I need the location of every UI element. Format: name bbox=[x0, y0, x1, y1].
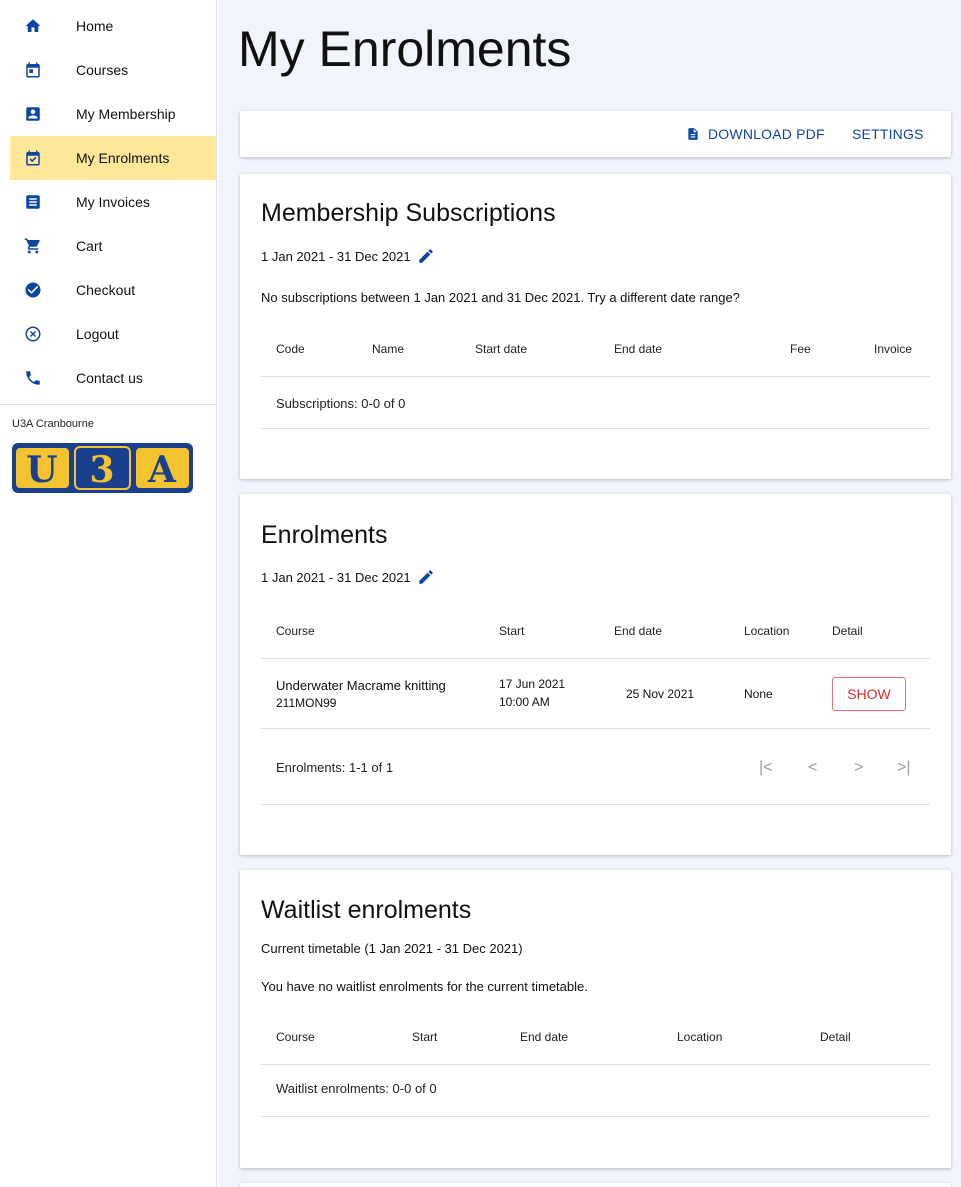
start-date: 17 Jun 2021 bbox=[499, 677, 566, 691]
check-circle-icon bbox=[24, 281, 42, 299]
waitlist-title: Waitlist enrolments bbox=[261, 896, 472, 924]
membership-footer: Subscriptions: 0-0 of 0 bbox=[276, 396, 406, 411]
date-range-text: 1 Jan 2021 - 31 Dec 2021 bbox=[261, 569, 411, 585]
column-header-start: Start bbox=[499, 624, 525, 638]
column-header-detail: Detail bbox=[832, 624, 863, 638]
account-box-icon bbox=[24, 105, 42, 123]
settings-label: SETTINGS bbox=[852, 126, 924, 142]
column-header-end-date: End date bbox=[614, 624, 663, 638]
show-button-label: SHOW bbox=[847, 686, 891, 702]
column-header-invoice: Invoice bbox=[874, 342, 913, 356]
waitlist-footer: Waitlist enrolments: 0-0 of 0 bbox=[276, 1081, 437, 1096]
svg-text:U: U bbox=[26, 449, 57, 491]
course-name: Underwater Macrame knitting bbox=[276, 678, 446, 693]
column-header-code: Code bbox=[276, 342, 305, 356]
table-divider bbox=[261, 1116, 930, 1117]
last-page-button[interactable]: >| bbox=[897, 759, 911, 777]
list-icon bbox=[24, 193, 42, 211]
download-pdf-button[interactable]: DOWNLOAD PDF bbox=[686, 126, 825, 142]
waitlist-table-header: Course Start End date Location Detail bbox=[261, 1010, 930, 1065]
column-header-detail: Detail bbox=[820, 1030, 851, 1044]
start-time: 10:00 AM bbox=[499, 695, 550, 709]
table-divider bbox=[261, 728, 930, 729]
sidebar-item-courses[interactable]: Courses bbox=[10, 48, 216, 92]
sidebar-item-my-membership[interactable]: My Membership bbox=[10, 92, 216, 136]
close-circle-icon bbox=[24, 325, 42, 343]
table-divider bbox=[261, 428, 930, 429]
course-code: 211MON99 bbox=[276, 696, 337, 710]
pencil-icon[interactable] bbox=[417, 247, 435, 265]
sidebar-item-label: Home bbox=[76, 18, 114, 34]
app-root: Home Courses My Membership My Enrolments bbox=[0, 0, 961, 1187]
waitlist-subtitle: Current timetable (1 Jan 2021 - 31 Dec 2… bbox=[261, 941, 523, 956]
enrolments-date-range[interactable]: 1 Jan 2021 - 31 Dec 2021 bbox=[261, 568, 435, 586]
sidebar-divider bbox=[0, 404, 216, 405]
waitlist-card: Waitlist enrolments Current timetable (1… bbox=[240, 870, 951, 1168]
membership-table-header: Code Name Start date End date Fee Invoic… bbox=[261, 322, 930, 377]
u3a-logo: U 3 A bbox=[12, 443, 193, 493]
end-date: 25 Nov 2021 bbox=[626, 687, 695, 701]
table-divider bbox=[261, 804, 930, 805]
column-header-location: Location bbox=[744, 624, 790, 638]
sidebar-item-checkout[interactable]: Checkout bbox=[10, 268, 216, 312]
sidebar-item-logout[interactable]: Logout bbox=[10, 312, 216, 356]
main-content: My Enrolments DOWNLOAD PDF SETTINGS Memb… bbox=[218, 0, 961, 1187]
org-name: U3A Cranbourne bbox=[12, 418, 94, 430]
sidebar-item-label: My Membership bbox=[76, 106, 176, 122]
sidebar-item-contact-us[interactable]: Contact us bbox=[10, 356, 216, 400]
column-header-end-date: End date bbox=[520, 1030, 569, 1044]
page-title: My Enrolments bbox=[238, 21, 572, 77]
enrolments-card: Enrolments 1 Jan 2021 - 31 Dec 2021 Cour… bbox=[240, 494, 951, 855]
show-detail-button[interactable]: SHOW bbox=[832, 677, 906, 711]
membership-message: No subscriptions between 1 Jan 2021 and … bbox=[261, 290, 740, 305]
column-header-course: Course bbox=[276, 624, 315, 638]
sidebar-item-label: Cart bbox=[76, 238, 103, 254]
waitlist-message: You have no waitlist enrolments for the … bbox=[261, 979, 588, 994]
column-header-name: Name bbox=[372, 342, 405, 356]
svg-text:3: 3 bbox=[89, 449, 114, 491]
calendar-icon bbox=[24, 61, 42, 79]
enrolments-table-header: Course Start End date Location Detail bbox=[261, 604, 930, 659]
column-header-course: Course bbox=[276, 1030, 315, 1044]
sidebar-item-my-invoices[interactable]: My Invoices bbox=[10, 180, 216, 224]
sidebar-item-label: My Invoices bbox=[76, 194, 150, 210]
column-header-fee: Fee bbox=[790, 342, 811, 356]
sidebar-item-my-enrolments[interactable]: My Enrolments bbox=[10, 136, 216, 180]
sidebar-nav: Home Courses My Membership My Enrolments bbox=[0, 0, 216, 400]
cart-icon bbox=[24, 237, 42, 255]
toolbar: DOWNLOAD PDF SETTINGS bbox=[240, 111, 951, 157]
sidebar-item-label: Checkout bbox=[76, 282, 136, 298]
home-icon bbox=[24, 17, 42, 35]
enrolments-title: Enrolments bbox=[261, 521, 388, 549]
sidebar-item-label: Courses bbox=[76, 62, 129, 78]
document-icon bbox=[688, 128, 698, 140]
column-header-start-date: Start date bbox=[475, 342, 528, 356]
sidebar: Home Courses My Membership My Enrolments bbox=[0, 0, 217, 1187]
pencil-icon[interactable] bbox=[417, 568, 435, 586]
membership-date-range[interactable]: 1 Jan 2021 - 31 Dec 2021 bbox=[261, 247, 435, 265]
column-header-end-date: End date bbox=[614, 342, 663, 356]
phone-icon bbox=[24, 369, 42, 387]
column-header-start: Start bbox=[412, 1030, 438, 1044]
next-card-edge bbox=[240, 1183, 951, 1187]
location: None bbox=[744, 687, 773, 701]
sidebar-item-label: My Enrolments bbox=[76, 150, 170, 166]
previous-page-button[interactable]: < bbox=[808, 759, 817, 777]
date-range-text: 1 Jan 2021 - 31 Dec 2021 bbox=[261, 248, 411, 264]
calendar-check-icon bbox=[24, 149, 42, 167]
sidebar-item-cart[interactable]: Cart bbox=[10, 224, 216, 268]
column-header-location: Location bbox=[677, 1030, 723, 1044]
sidebar-item-label: Contact us bbox=[76, 370, 143, 386]
membership-card: Membership Subscriptions 1 Jan 2021 - 31… bbox=[240, 174, 951, 479]
settings-button[interactable]: SETTINGS bbox=[852, 126, 924, 142]
sidebar-item-label: Logout bbox=[76, 326, 119, 342]
download-pdf-label: DOWNLOAD PDF bbox=[708, 126, 825, 142]
enrolments-footer: Enrolments: 1-1 of 1 bbox=[276, 760, 394, 775]
next-page-button[interactable]: > bbox=[854, 759, 863, 777]
sidebar-item-home[interactable]: Home bbox=[10, 4, 216, 48]
svg-text:A: A bbox=[147, 449, 177, 491]
first-page-button[interactable]: |< bbox=[759, 759, 773, 777]
membership-title: Membership Subscriptions bbox=[261, 199, 556, 227]
